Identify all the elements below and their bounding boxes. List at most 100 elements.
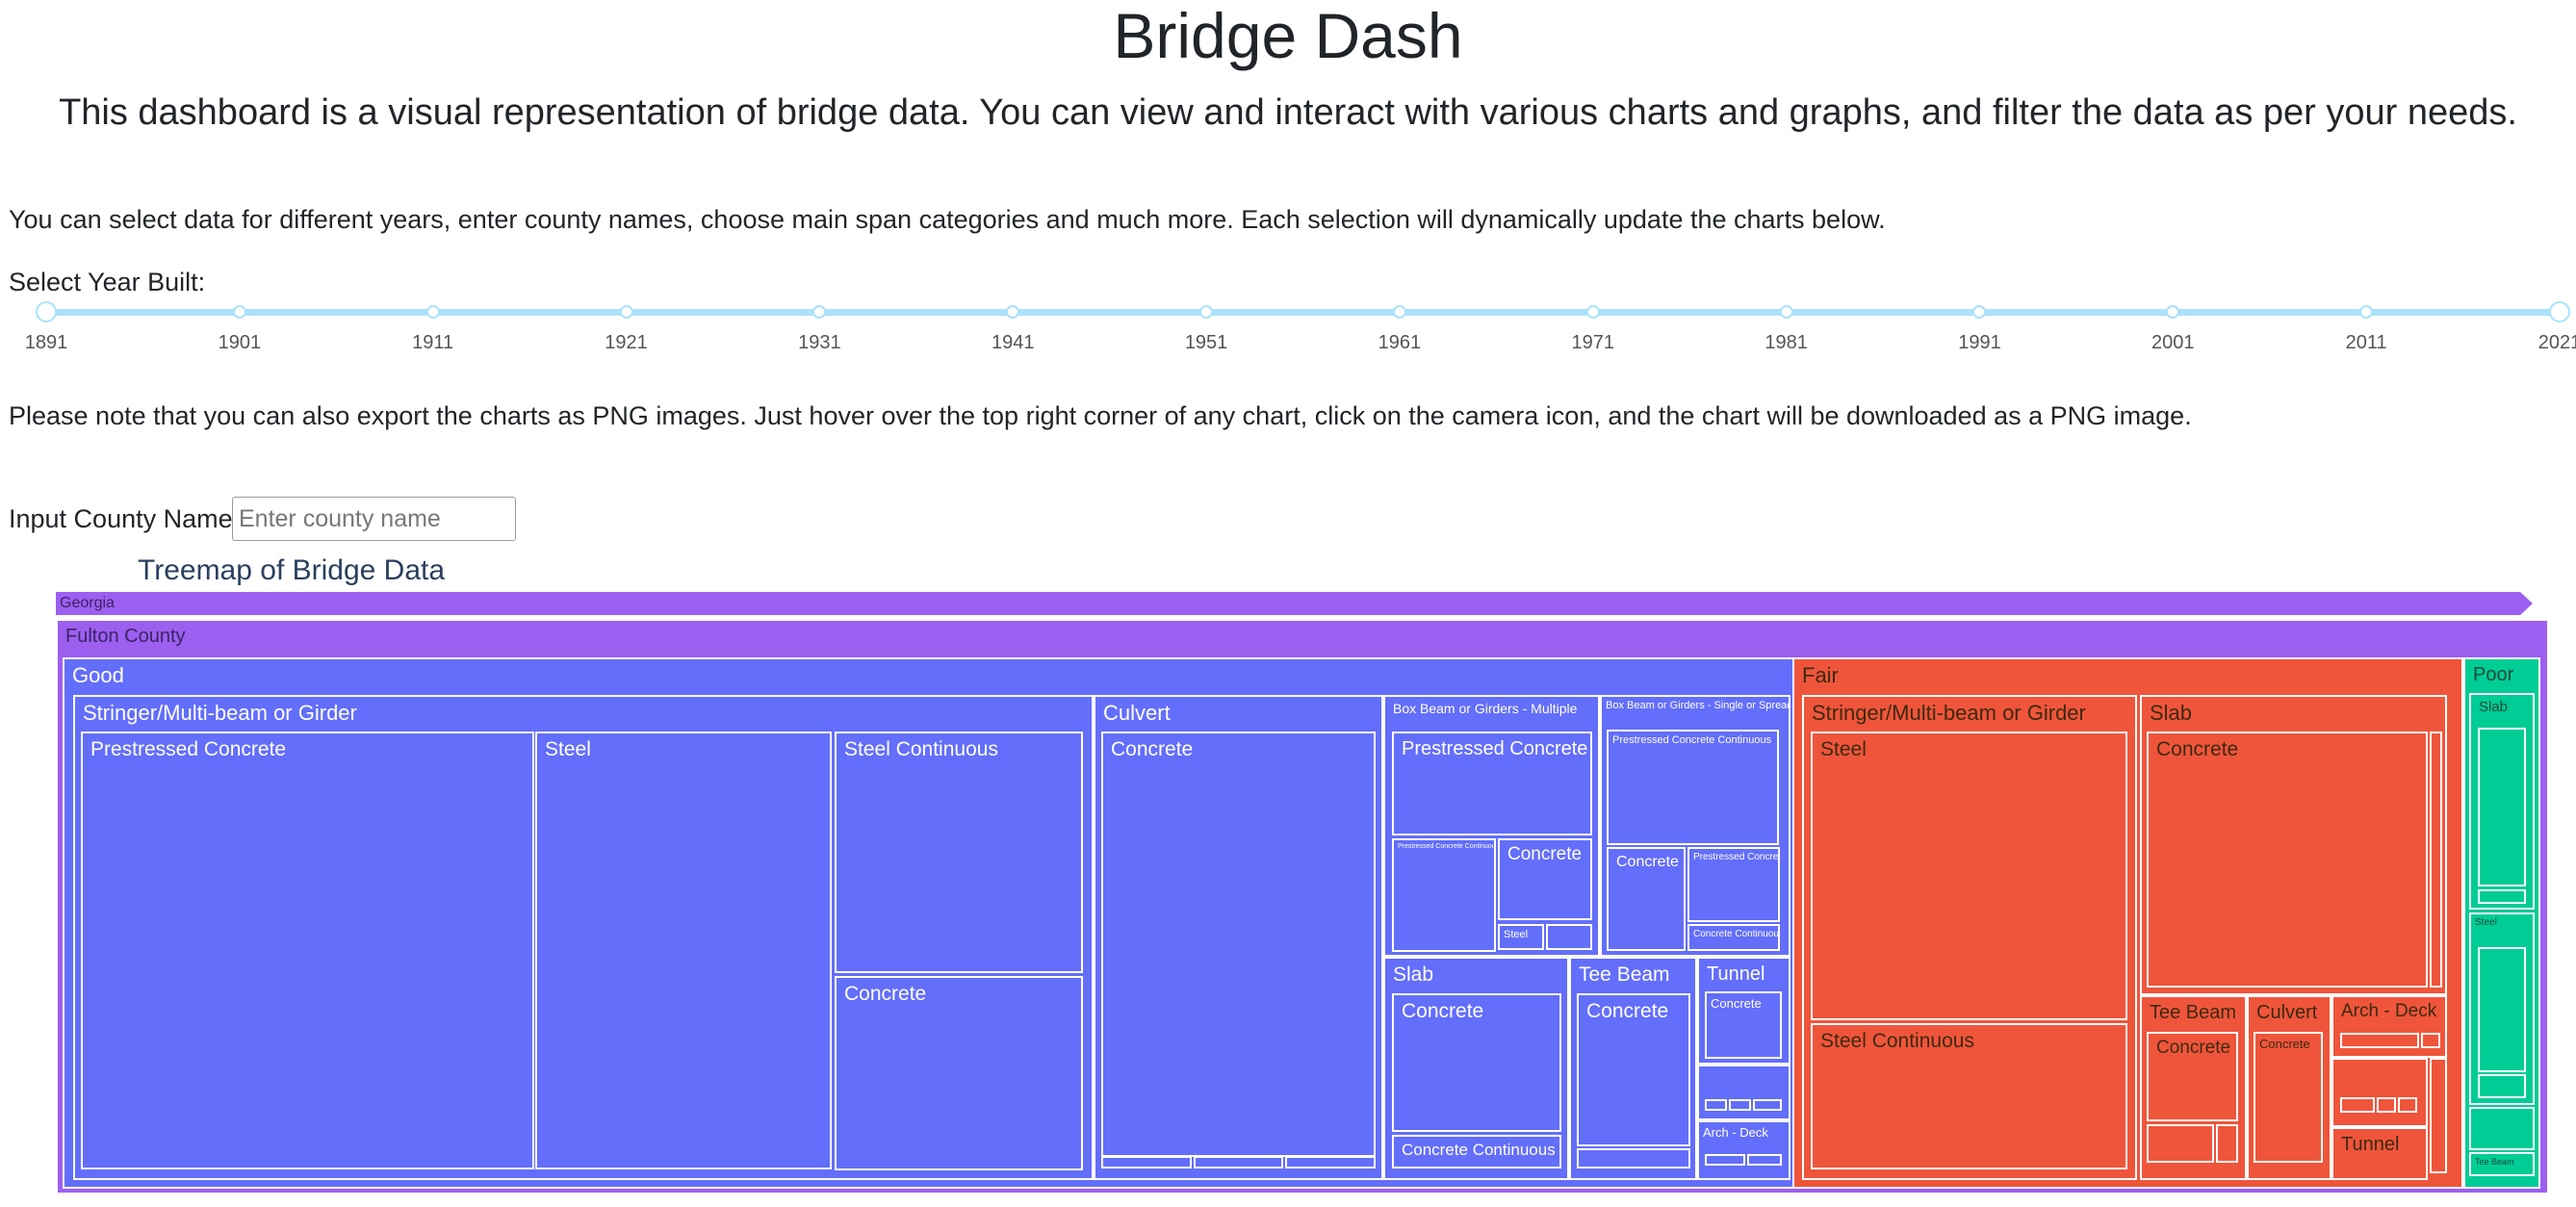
slider-tick-dot[interactable] [2166,305,2180,319]
treemap-good-slab-concrete-continuous[interactable]: Concrete Continuous [1392,1135,1561,1168]
slider-tick-dot[interactable] [1972,305,1987,319]
treemap-node-label: Steel Continuous [844,738,998,760]
pathbar-label: Georgia [60,595,115,611]
treemap-title: Treemap of Bridge Data [138,554,446,586]
county-input-label: Input County Name: [9,504,241,533]
treemap-pathbar-georgia[interactable]: Georgia [56,592,2533,615]
slider-handle-min[interactable] [36,301,57,322]
treemap-good-boxbeam-prestressed[interactable]: Prestressed Concrete [1392,732,1592,835]
treemap-node-label: Concrete [1507,844,1583,864]
treemap-good-tunnel-concrete[interactable]: Concrete [1705,991,1782,1059]
treemap-node[interactable] [2340,1033,2419,1048]
county-name-input[interactable] [232,497,516,541]
treemap-node-label: Tee Beam [2150,1002,2237,1023]
treemap-node-label: Prestressed Concrete [1693,852,1780,862]
slider-tick-dot[interactable] [619,305,633,319]
treemap-node-label: Box Beam or Girders - Multiple [1393,701,1578,716]
treemap-node[interactable] [1753,1099,1782,1111]
treemap-good-boxbeam-steel[interactable]: Steel [1498,924,1544,950]
treemap-node[interactable] [2430,732,2442,988]
slider-tick-dot[interactable] [1392,305,1406,319]
slider-mark-label: 1981 [1765,332,1808,353]
treemap-node[interactable] [2478,889,2526,904]
slider-tick-dot[interactable] [1779,305,1793,319]
treemap-node[interactable] [1546,924,1592,950]
slider-tick-dot[interactable] [2359,305,2374,319]
treemap-node[interactable] [2377,1097,2396,1113]
treemap-fair-culvert-concrete[interactable]: Concrete [2254,1032,2323,1163]
treemap-node-label: Concrete [844,983,927,1005]
treemap-good-boxbeam-prestressed-continuous[interactable]: Prestressed Concrete Continuous [1392,838,1496,952]
slider-mark-label: 2001 [2151,332,2195,353]
treemap-node[interactable] [1729,1099,1751,1111]
treemap-fair-arch-deck[interactable]: Arch - Deck [2331,995,2447,1058]
treemap-good-stringer-concrete[interactable]: Concrete [835,976,1083,1170]
slider-handle-max[interactable] [2549,301,2570,322]
slider-mark-label: 1941 [991,332,1035,353]
treemap-good-boxbeam-single-prestressed[interactable]: Prestressed Concrete [1687,847,1780,922]
treemap-good-slab-concrete[interactable]: Concrete [1392,993,1561,1132]
slider-tick-dot[interactable] [1585,305,1600,319]
treemap-node[interactable] [2478,947,2526,1072]
treemap-node[interactable] [1101,1156,1192,1168]
treemap-node-label: Culvert [2256,1002,2318,1023]
treemap-good-teebeam-concrete[interactable]: Concrete [1577,993,1690,1146]
treemap-node[interactable] [2331,1058,2428,1127]
slider-tick-dot[interactable] [812,305,827,319]
treemap-good-stringer-steel[interactable]: Steel [535,732,832,1169]
treemap-node[interactable] [2478,1074,2526,1098]
treemap-good-boxbeam-single-cc[interactable]: Concrete Continuous [1687,924,1780,951]
slider-tick-dot[interactable] [1199,305,1214,319]
treemap-node-label: Concrete [2156,738,2239,760]
treemap-node-label: Prestressed Concrete [1402,738,1588,759]
treemap-node-label: Steel [1504,929,1529,940]
treemap-node-label: Slab [1393,963,1434,986]
slider-tick-dot[interactable] [1006,305,1020,319]
treemap-node-label: Good [72,663,124,687]
treemap-good-boxbeam-concrete[interactable]: Concrete [1498,838,1592,920]
treemap-node-label: Prestressed Concrete Continuous [1398,843,1496,850]
intro-text: You can select data for different years,… [9,205,1886,234]
treemap-node-label: Stringer/Multi-beam or Girder [1812,701,2086,725]
treemap-good-stringer-prestressed[interactable]: Prestressed Concrete [81,732,534,1169]
treemap-node[interactable] [1705,1099,1727,1111]
treemap-node[interactable] [2421,1033,2440,1048]
slider-mark-label: 1971 [1571,332,1615,353]
treemap-node[interactable] [2430,1058,2447,1173]
treemap-node[interactable] [2340,1097,2375,1113]
treemap-good-culvert-concrete[interactable]: Concrete [1101,732,1376,1157]
treemap-node[interactable] [1747,1154,1782,1166]
treemap-node-label: Concrete [2156,1038,2231,1058]
year-range-slider[interactable]: 1891 1901 1911 1921 1931 1941 1951 1961 1971 1981… [0,301,2576,353]
treemap-fair-stringer-steel[interactable]: Steel [1811,732,2127,1020]
treemap-node[interactable] [2216,1124,2238,1163]
treemap-good-stringer-steel-continuous[interactable]: Steel Continuous [835,732,1083,973]
treemap-node[interactable] [2147,1124,2214,1163]
slider-mark-label: 1891 [24,332,68,353]
treemap-node-label: Concrete [1616,854,1679,870]
slider-tick-dot[interactable] [425,305,440,319]
treemap-poor-teebeam[interactable]: Tee Beam [2469,1152,2535,1176]
treemap-node[interactable] [2398,1097,2417,1113]
treemap-node[interactable] [1194,1156,1283,1168]
slider-tick-dot[interactable] [232,305,246,319]
treemap-node[interactable] [1285,1156,1376,1168]
page-title: Bridge Dash [1113,0,1463,71]
treemap-node[interactable] [1705,1154,1745,1166]
treemap-fair-slab-concrete[interactable]: Concrete [2147,732,2428,988]
treemap-node-label: Tunnel [2341,1134,2400,1155]
treemap-good-boxbeam-single-pcc[interactable]: Prestressed Concrete Continuous [1607,730,1779,845]
treemap-node[interactable] [2469,1107,2535,1150]
treemap-fair-tunnel[interactable]: Tunnel [2331,1127,2428,1180]
treemap-node[interactable] [1577,1148,1690,1168]
treemap-good-arch-deck[interactable]: Arch - Deck [1697,1120,1790,1180]
treemap-fair-stringer-steel-continuous[interactable]: Steel Continuous [1811,1023,2127,1169]
treemap-good-boxbeam-single-concrete[interactable]: Concrete [1607,847,1686,951]
treemap-node-label: Tee Beam [1579,963,1670,986]
treemap-fair-teebeam-concrete[interactable]: Concrete [2147,1032,2238,1121]
treemap-node[interactable] [2478,728,2526,886]
slider-rail[interactable] [46,309,2560,316]
treemap-node-label: Concrete [2259,1037,2310,1051]
treemap-node-label: Fair [1802,663,1839,687]
treemap-node[interactable] [1697,1065,1790,1120]
